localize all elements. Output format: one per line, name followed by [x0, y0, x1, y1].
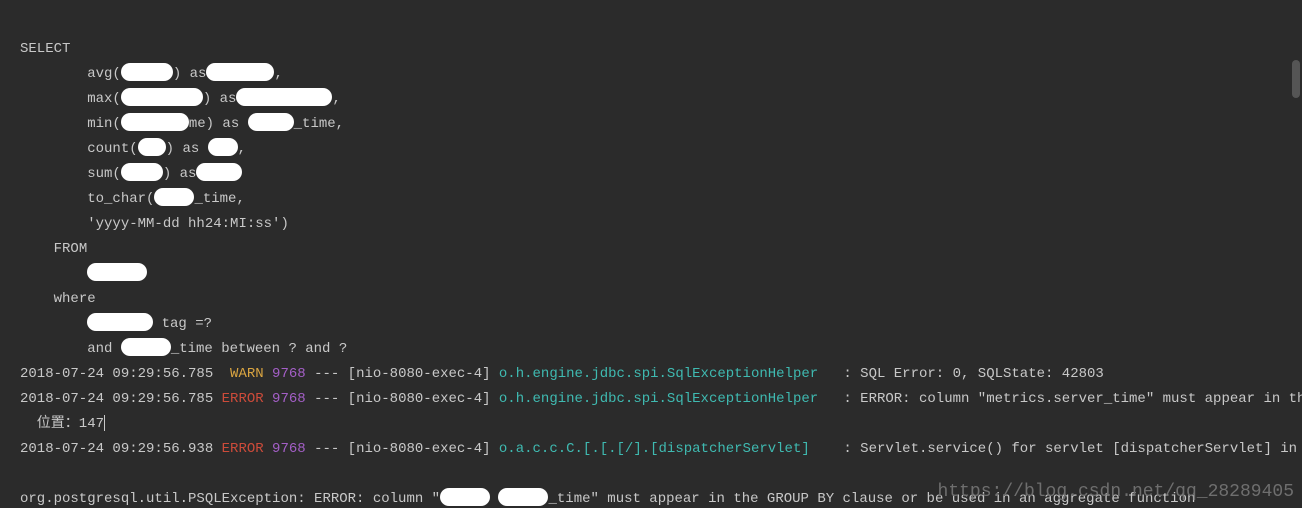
log-message: : SQL Error: 0, SQLState: 42803 — [818, 366, 1104, 382]
t: _time, — [194, 191, 244, 207]
log-level-error: ERROR — [222, 391, 264, 407]
log-pid: 9768 — [264, 441, 306, 457]
log-thread: --- [nio-8080-exec-4] — [306, 391, 499, 407]
log-pid: 9768 — [264, 391, 306, 407]
t: ) as — [166, 141, 208, 157]
log-logger: o.a.c.c.C.[.[.[/].[dispatcherServlet] — [499, 441, 810, 457]
t: max( — [87, 91, 121, 107]
t: , — [238, 141, 246, 157]
log-logger: o.h.engine.jdbc.spi.SqlExceptionHelper — [499, 391, 818, 407]
log-logger: o.h.engine.jdbc.spi.SqlExceptionHelper — [499, 366, 818, 382]
redaction — [208, 138, 238, 156]
redaction — [206, 63, 274, 81]
t: and — [87, 341, 121, 357]
t: ) as — [203, 91, 237, 107]
redaction — [121, 163, 163, 181]
log-message: : Servlet.service() for servlet [dispatc… — [810, 441, 1302, 457]
redaction — [87, 313, 153, 331]
log-pid: 9768 — [264, 366, 306, 382]
redaction — [248, 113, 294, 131]
log-timestamp: 2018-07-24 09:29:56.785 — [20, 391, 222, 407]
log-thread: --- [nio-8080-exec-4] — [306, 366, 499, 382]
t: 'yyyy-MM-dd hh24:MI:ss') — [87, 216, 289, 232]
exception-text: org.postgresql.util.PSQLException: ERROR… — [20, 491, 440, 507]
scrollbar-thumb[interactable] — [1292, 60, 1300, 98]
log-message: : ERROR: column "metrics.server_time" mu… — [818, 391, 1302, 407]
t: me) as — [189, 116, 248, 132]
redaction — [196, 163, 242, 181]
sql-from: FROM — [54, 241, 88, 257]
log-level-warn: WARN — [230, 366, 264, 382]
t: avg( — [87, 66, 121, 82]
redaction — [121, 63, 173, 81]
redaction — [138, 138, 166, 156]
error-position: 位置：147 — [20, 416, 104, 432]
t: min( — [87, 116, 121, 132]
log-output: SELECT avg( ) as, max( ) as, min( me) as _t… — [0, 0, 1302, 508]
redaction — [154, 188, 194, 206]
t: count( — [87, 141, 137, 157]
t: tag =? — [153, 316, 212, 332]
text-cursor — [104, 415, 105, 431]
t: ) as — [163, 166, 197, 182]
log-level-error: ERROR — [222, 441, 264, 457]
watermark: https://blog.csdn.net/qq_28289405 — [938, 482, 1294, 502]
redaction — [440, 488, 490, 506]
t: _time, — [294, 116, 344, 132]
sql-where: where — [54, 291, 96, 307]
redaction — [121, 113, 189, 131]
redaction — [121, 338, 171, 356]
t: to_char( — [87, 191, 154, 207]
redaction — [236, 88, 332, 106]
t: , — [274, 66, 282, 82]
t: ) as — [173, 66, 207, 82]
log-timestamp: 2018-07-24 09:29:56.785 — [20, 366, 230, 382]
log-thread: --- [nio-8080-exec-4] — [306, 441, 499, 457]
t: _time between ? and ? — [171, 341, 347, 357]
log-timestamp: 2018-07-24 09:29:56.938 — [20, 441, 222, 457]
redaction — [121, 88, 203, 106]
redaction — [87, 263, 147, 281]
sql-select: SELECT — [20, 41, 70, 57]
redaction — [498, 488, 548, 506]
t: sum( — [87, 166, 121, 182]
t: , — [332, 91, 340, 107]
